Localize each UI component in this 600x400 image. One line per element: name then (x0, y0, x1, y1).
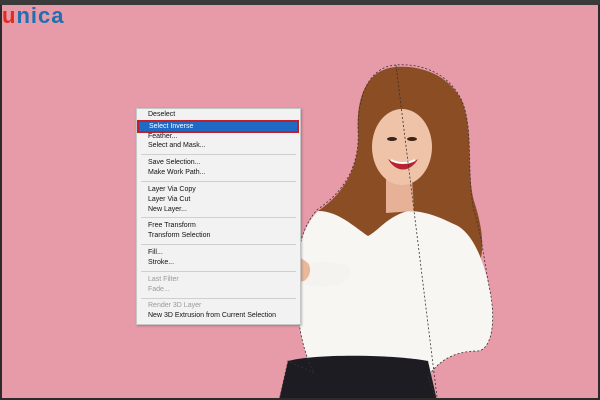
unica-logo: unica (2, 5, 94, 29)
logo-first-letter: u (2, 5, 17, 28)
menu-item-free-transform[interactable]: Free Transform (148, 221, 196, 231)
menu-item-last-filter: Last Filter (148, 276, 179, 283)
menu-separator (141, 217, 296, 218)
menu-item-save-selection[interactable]: Save Selection... (148, 158, 201, 168)
menu-item-new-3d-extrusion[interactable]: New 3D Extrusion from Current Selection (148, 311, 276, 321)
menu-item-fill[interactable]: Fill... (148, 248, 163, 258)
skirt (279, 355, 437, 398)
woman-photo (278, 64, 494, 398)
menu-separator (141, 181, 296, 182)
menu-item-new-layer[interactable]: New Layer... (148, 205, 187, 215)
menu-item-select-and-mask[interactable]: Select and Mask... (148, 141, 206, 151)
menu-item-transform-selection[interactable]: Transform Selection (148, 231, 210, 241)
face (372, 109, 432, 185)
menu-item-stroke[interactable]: Stroke... (148, 258, 174, 268)
menu-separator (141, 154, 296, 155)
menu-item-fade: Fade... (148, 286, 170, 293)
menu-separator (141, 271, 296, 272)
menu-item-render-3d-layer: Render 3D Layer (148, 302, 202, 309)
menu-item-layer-via-cut[interactable]: Layer Via Cut (148, 195, 190, 205)
menu-item-make-work-path[interactable]: Make Work Path... (148, 168, 205, 178)
photoshop-canvas[interactable]: unica Deselect Select Inverse Feather...… (2, 5, 598, 398)
menu-separator (141, 244, 296, 245)
menu-separator (141, 298, 296, 299)
menu-item-deselect[interactable]: Deselect (148, 110, 175, 120)
menu-item-label: Select Inverse (149, 123, 194, 130)
menu-item-layer-via-copy[interactable]: Layer Via Copy (148, 185, 196, 195)
logo-text: nica (16, 5, 65, 28)
context-menu: Deselect Select Inverse Feather... Selec… (136, 108, 301, 325)
